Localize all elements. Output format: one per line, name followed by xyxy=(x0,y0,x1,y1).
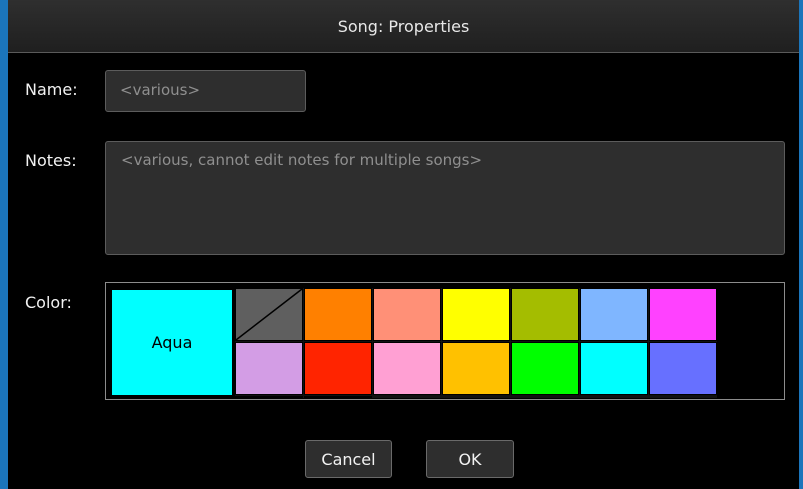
ok-button[interactable]: OK xyxy=(426,440,514,478)
dialog-titlebar[interactable]: Song: Properties xyxy=(8,0,799,53)
color-label: Color: xyxy=(25,293,72,312)
name-field[interactable]: <various> xyxy=(105,70,306,112)
color-swatch[interactable] xyxy=(235,342,303,395)
dialog-title: Song: Properties xyxy=(337,17,470,36)
color-swatch[interactable] xyxy=(304,288,372,341)
color-swatch[interactable] xyxy=(511,288,579,341)
color-swatch[interactable] xyxy=(235,396,303,398)
color-swatch[interactable] xyxy=(373,288,441,341)
color-palette: Aqua xyxy=(105,282,785,400)
color-swatch[interactable] xyxy=(304,396,372,398)
name-label: Name: xyxy=(25,80,78,99)
color-swatch[interactable] xyxy=(442,288,510,341)
notes-field[interactable]: <various, cannot edit notes for multiple… xyxy=(105,141,785,255)
selected-color-swatch[interactable]: Aqua xyxy=(111,289,233,396)
color-swatch[interactable] xyxy=(511,342,579,395)
no-color-diagonal-icon xyxy=(236,289,302,340)
color-swatch[interactable] xyxy=(304,342,372,395)
color-swatch[interactable] xyxy=(580,342,648,395)
no-color-swatch[interactable] xyxy=(235,288,303,341)
color-swatch-grid xyxy=(235,288,717,398)
selected-color-label: Aqua xyxy=(151,333,193,352)
color-swatch[interactable] xyxy=(442,342,510,395)
color-swatch[interactable] xyxy=(649,342,717,395)
color-swatch[interactable] xyxy=(580,288,648,341)
color-swatch[interactable] xyxy=(373,342,441,395)
cancel-button[interactable]: Cancel xyxy=(305,440,392,478)
song-properties-dialog: Song: Properties Name: <various> Notes: … xyxy=(8,0,799,489)
color-swatch[interactable] xyxy=(649,288,717,341)
notes-label: Notes: xyxy=(25,151,77,170)
